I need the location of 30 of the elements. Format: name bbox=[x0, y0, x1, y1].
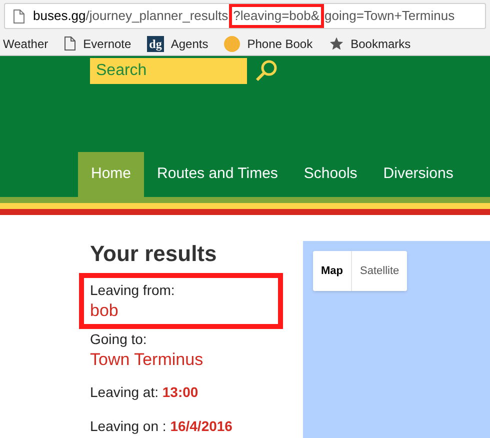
url-text: /journey_planner_results bbox=[86, 7, 228, 25]
map-type-button[interactable]: Map bbox=[313, 251, 351, 291]
bookmark-link[interactable]: Bookmarks bbox=[350, 34, 411, 52]
nav-tab[interactable]: Schools bbox=[290, 152, 370, 197]
results-heading: Your results bbox=[90, 241, 218, 267]
address-bar[interactable]: buses.gg/journey_planner_results ?leaving=bob& going=Town+Terminus bbox=[4, 3, 486, 29]
logo-icon: dg bbox=[147, 36, 164, 52]
result-label: Going to: bbox=[90, 330, 148, 349]
map-panel[interactable]: Map Satellite bbox=[303, 241, 490, 438]
bookmark-link[interactable]: Evernote bbox=[83, 34, 132, 52]
result-line: Leaving on : 16/4/2016 bbox=[90, 418, 232, 434]
star-icon bbox=[328, 36, 344, 51]
url-text: ?leaving=bob& bbox=[229, 4, 324, 28]
map-type-button[interactable]: Satellite bbox=[351, 251, 408, 291]
search-field[interactable]: Search bbox=[90, 58, 247, 84]
result-value: bob bbox=[90, 300, 120, 322]
circle-icon bbox=[224, 36, 240, 52]
bookmark-link[interactable]: Agents bbox=[170, 34, 208, 52]
bookmark-link[interactable]: Weather bbox=[3, 34, 48, 52]
document-icon bbox=[64, 36, 76, 51]
result-label: Leaving from: bbox=[90, 281, 176, 300]
url-text: going=Town+Terminus bbox=[324, 7, 455, 25]
url-text: buses.gg bbox=[33, 7, 86, 25]
nav-tab[interactable]: Routes and Times bbox=[144, 152, 291, 197]
search-icon[interactable] bbox=[255, 59, 279, 83]
document-icon bbox=[13, 8, 25, 24]
result-value: Town Terminus bbox=[90, 349, 204, 371]
result-line: Leaving at: 13:00 bbox=[90, 384, 198, 400]
nav-tab[interactable]: Diversions bbox=[370, 152, 466, 197]
bookmark-link[interactable]: Phone Book bbox=[247, 34, 313, 52]
